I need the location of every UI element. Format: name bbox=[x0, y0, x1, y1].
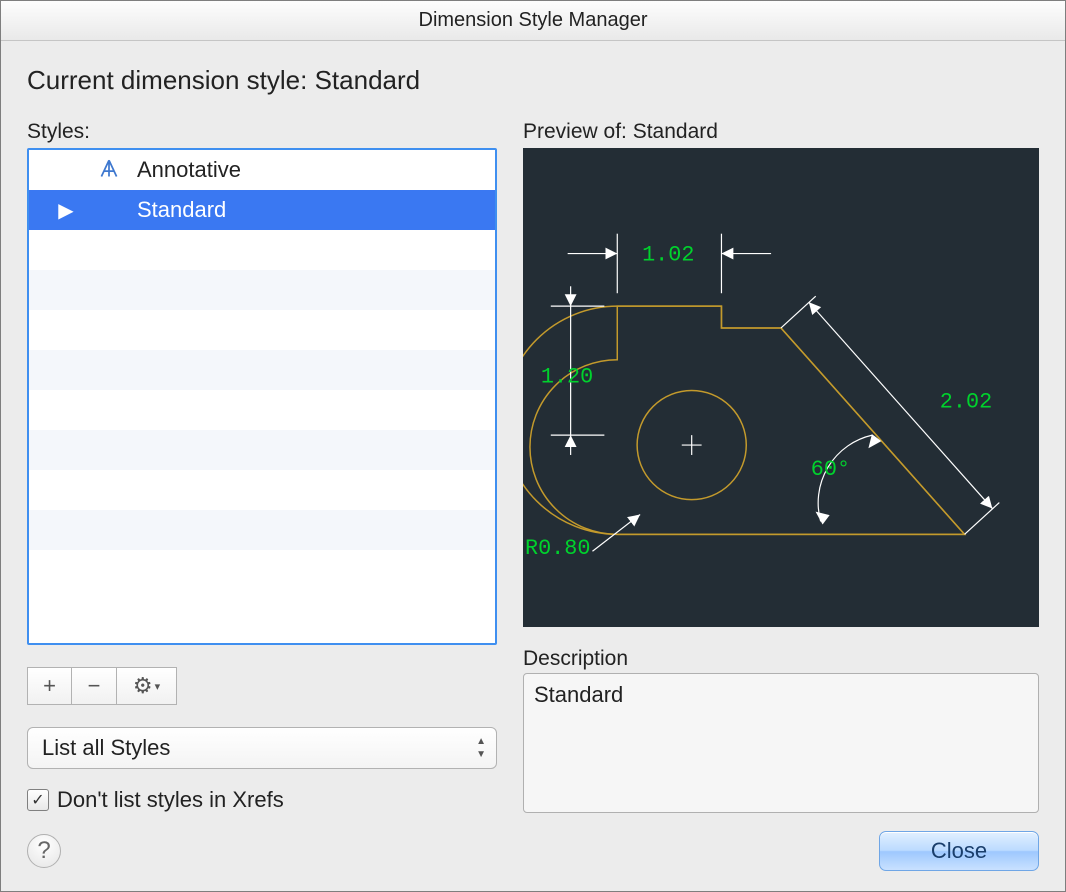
dim-diag: 2.02 bbox=[940, 389, 992, 414]
current-style-label: Current dimension style: bbox=[27, 65, 307, 95]
description-value: Standard bbox=[534, 682, 623, 707]
preview-pane: 1.02 1.20 bbox=[523, 148, 1039, 627]
annotative-icon bbox=[87, 157, 131, 183]
current-style-value: Standard bbox=[315, 65, 421, 95]
help-button[interactable]: ? bbox=[27, 834, 61, 868]
gear-menu-button[interactable]: ⚙ ▾ bbox=[117, 667, 177, 705]
current-marker: ▶ bbox=[51, 198, 81, 223]
xrefs-checkbox[interactable]: ✓ bbox=[27, 789, 49, 811]
dialog-window: Dimension Style Manager Current dimensio… bbox=[0, 0, 1066, 892]
xrefs-checkbox-row[interactable]: ✓ Don't list styles in Xrefs bbox=[27, 787, 497, 813]
filter-dropdown[interactable]: List all Styles ▲▼ bbox=[27, 727, 497, 769]
add-style-button[interactable]: + bbox=[27, 667, 72, 705]
filter-selected-value: List all Styles bbox=[42, 735, 170, 761]
list-filler bbox=[29, 230, 495, 550]
styles-list[interactable]: Annotative ▶ Standard bbox=[27, 148, 497, 645]
styles-toolbar: + − ⚙ ▾ bbox=[27, 667, 497, 705]
minus-icon: − bbox=[88, 673, 101, 699]
description-box: Standard bbox=[523, 673, 1039, 813]
style-name: Annotative bbox=[137, 157, 241, 183]
style-row-annotative[interactable]: Annotative bbox=[29, 150, 495, 190]
style-row-standard[interactable]: ▶ Standard bbox=[29, 190, 495, 230]
title-bar[interactable]: Dimension Style Manager bbox=[1, 1, 1065, 41]
chevron-down-icon: ▾ bbox=[155, 680, 161, 693]
gear-icon: ⚙ bbox=[133, 673, 153, 699]
dim-left: 1.20 bbox=[541, 365, 593, 390]
remove-style-button[interactable]: − bbox=[72, 667, 117, 705]
dialog-footer: ? Close bbox=[27, 831, 1039, 871]
stepper-icon: ▲▼ bbox=[476, 736, 486, 760]
window-title: Dimension Style Manager bbox=[419, 9, 648, 32]
dialog-content: Current dimension style: Standard Styles… bbox=[1, 41, 1065, 891]
styles-label: Styles: bbox=[27, 120, 497, 144]
style-name: Standard bbox=[137, 197, 226, 223]
dim-angle: 60° bbox=[811, 457, 850, 482]
close-button[interactable]: Close bbox=[879, 831, 1039, 871]
current-dimension-style: Current dimension style: Standard bbox=[27, 65, 1039, 96]
preview-label: Preview of: Standard bbox=[523, 120, 1039, 144]
xrefs-checkbox-label: Don't list styles in Xrefs bbox=[57, 787, 284, 813]
plus-icon: + bbox=[43, 673, 56, 699]
description-label: Description bbox=[523, 647, 1039, 671]
help-icon: ? bbox=[37, 837, 50, 865]
dim-radius: R0.80 bbox=[525, 536, 591, 561]
dim-top: 1.02 bbox=[642, 242, 694, 267]
